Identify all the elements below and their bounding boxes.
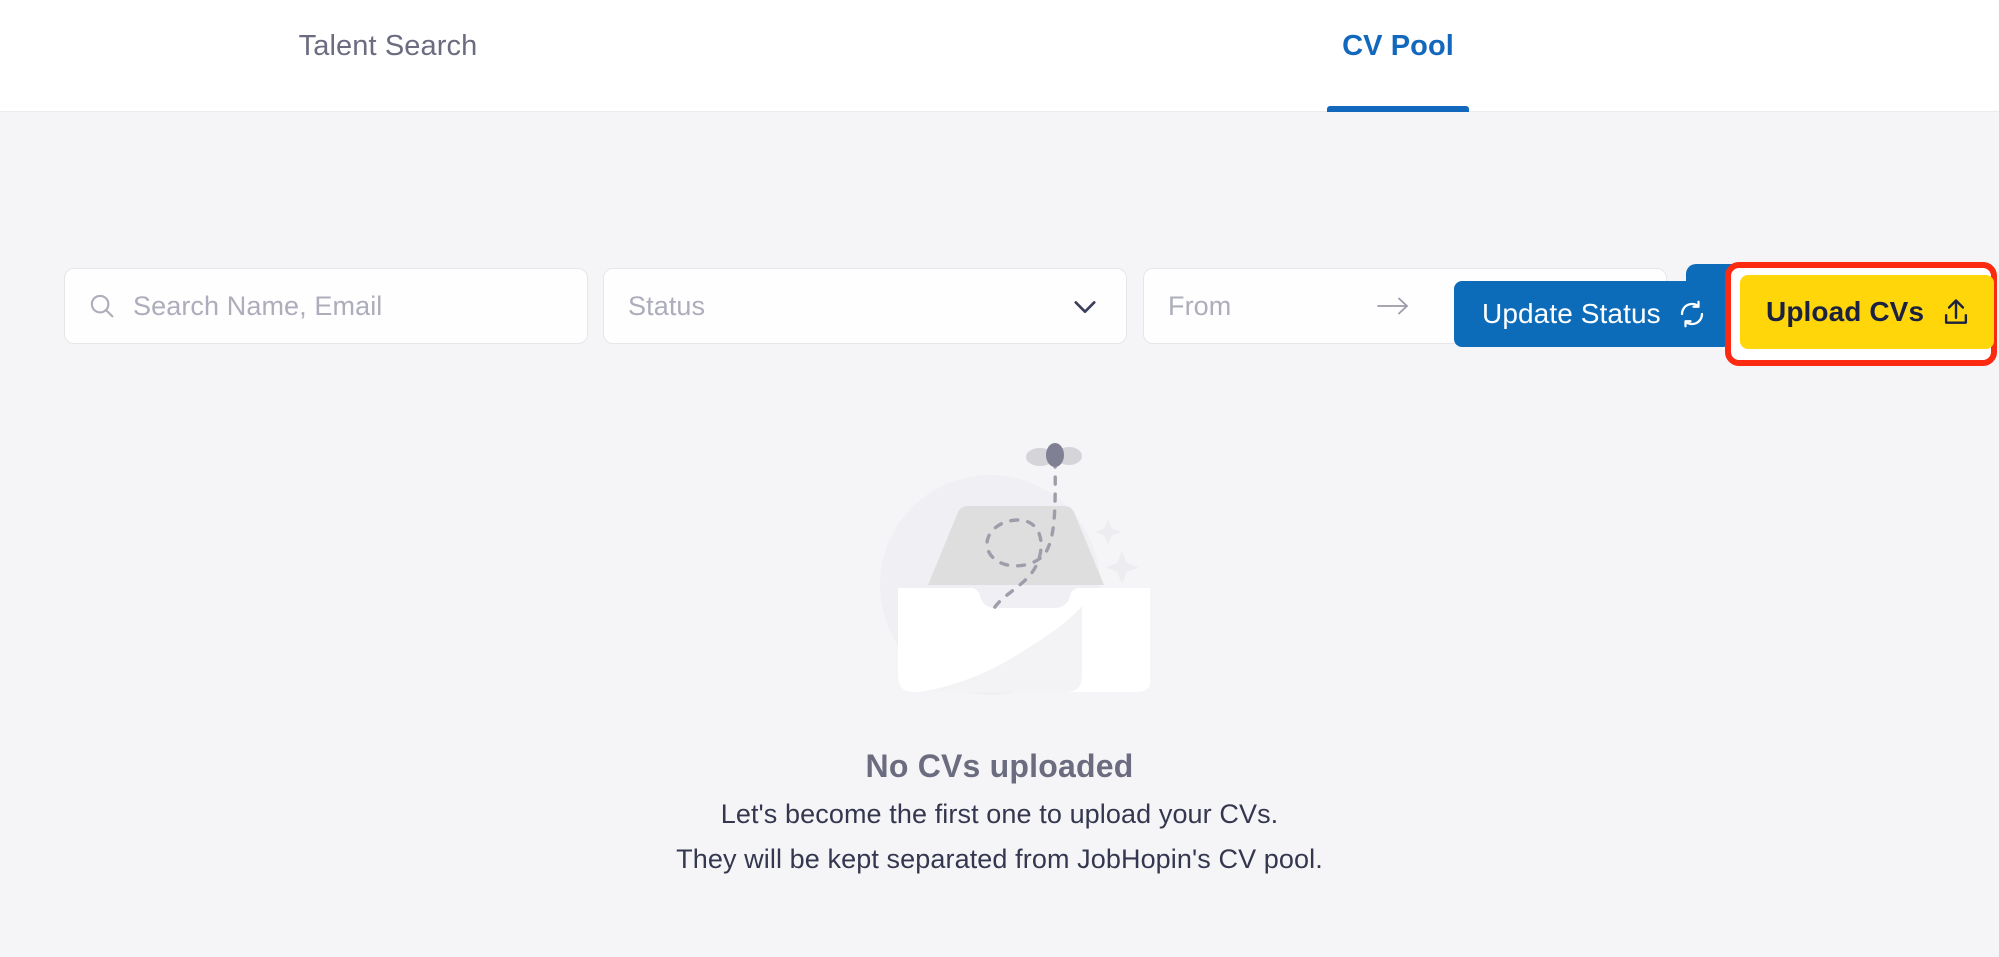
status-select[interactable]: Status [603,268,1127,344]
chevron-down-icon [1068,289,1102,323]
date-from-placeholder: From [1168,290,1232,321]
tab-bar: Talent Search CV Pool [0,0,1999,112]
empty-state-title: No CVs uploaded [865,748,1134,784]
update-status-button[interactable]: Update Status [1454,281,1731,347]
upload-icon [1940,296,1972,328]
upload-cvs-label: Upload CVs [1766,296,1925,327]
empty-state: No CVs uploaded Let's become the first o… [0,420,1999,875]
search-input[interactable]: Search Name, Email [64,268,588,344]
upload-cvs-button[interactable]: Upload CVs [1740,275,1995,349]
tab-talent-search-label: Talent Search [298,30,478,62]
update-status-label: Update Status [1482,298,1661,329]
tab-cv-pool[interactable]: CV Pool [1270,0,1526,112]
empty-inbox-illustration [850,420,1152,720]
status-select-placeholder: Status [628,290,706,321]
search-input-placeholder: Search Name, Email [133,290,383,321]
tab-cv-pool-label: CV Pool [1342,30,1454,62]
filter-toolbar: Search Name, Email Status From To [0,112,1999,346]
refresh-icon [1677,299,1707,329]
tab-talent-search[interactable]: Talent Search [230,0,546,112]
empty-state-line-1: Let's become the first one to upload you… [720,799,1279,829]
search-icon [87,291,117,321]
empty-state-line-2: They will be kept separated from JobHopi… [676,844,1323,874]
